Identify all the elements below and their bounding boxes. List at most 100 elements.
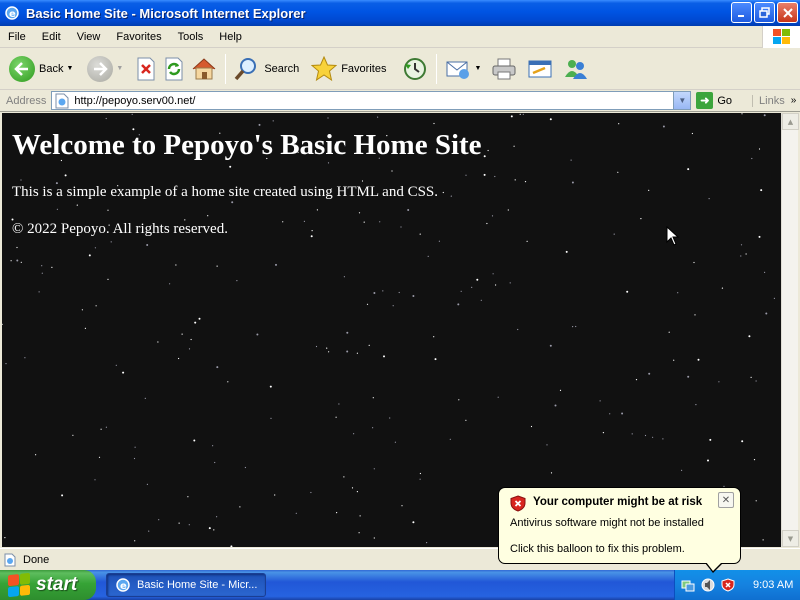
star: [721, 287, 724, 289]
web-page: Welcome to Pepoyo's Basic Home Site This…: [12, 129, 482, 258]
network-icon[interactable]: [681, 578, 695, 592]
star: [687, 375, 690, 378]
star: [575, 325, 577, 328]
maximize-button[interactable]: [754, 2, 775, 23]
star: [131, 113, 133, 115]
menu-favorites[interactable]: Favorites: [108, 26, 169, 48]
star: [148, 530, 150, 532]
star: [373, 537, 375, 539]
star: [326, 347, 328, 349]
star: [157, 341, 159, 343]
star: [134, 446, 136, 448]
edit-icon: [528, 60, 552, 77]
star: [457, 303, 460, 306]
star: [51, 266, 53, 268]
address-bar: Address http://pepoyo.serv00.net/ ▼ ➜ Go…: [0, 90, 800, 112]
print-button[interactable]: [488, 52, 520, 86]
star: [236, 280, 238, 282]
clock[interactable]: 9:03 AM: [753, 579, 793, 591]
star: [244, 466, 246, 469]
links-toolbar[interactable]: Links: [752, 94, 785, 107]
mail-dropdown-icon[interactable]: ▼: [474, 65, 481, 72]
history-button[interactable]: [399, 52, 431, 86]
edit-button[interactable]: [524, 52, 556, 86]
window-title: Basic Home Site - Microsoft Internet Exp…: [26, 5, 306, 21]
menu-edit[interactable]: Edit: [34, 26, 69, 48]
vertical-scrollbar[interactable]: ▲ ▼: [781, 113, 799, 547]
start-button[interactable]: start: [0, 570, 96, 600]
star: [517, 328, 519, 331]
star: [358, 532, 360, 534]
search-button[interactable]: Search: [231, 52, 302, 86]
star: [741, 440, 744, 443]
star: [449, 438, 451, 440]
address-dropdown-icon[interactable]: ▼: [673, 92, 691, 109]
star: [740, 255, 742, 257]
star: [748, 335, 751, 338]
status-text: Done: [23, 553, 50, 566]
menu-help[interactable]: Help: [211, 26, 250, 48]
home-button[interactable]: [188, 52, 220, 86]
messenger-button[interactable]: [560, 52, 592, 86]
toolbar-separator: [436, 53, 438, 84]
star: [351, 487, 354, 489]
taskbar-item-ie[interactable]: e Basic Home Site - Micr...: [106, 573, 266, 597]
star: [621, 412, 624, 415]
star: [178, 357, 180, 360]
close-button[interactable]: [777, 2, 798, 23]
forward-button[interactable]: ▼: [84, 52, 126, 86]
star: [635, 379, 638, 381]
star: [758, 235, 761, 238]
star: [522, 113, 524, 115]
page-content: Welcome to Pepoyo's Basic Home Site This…: [2, 113, 781, 547]
minimize-button[interactable]: [731, 2, 752, 23]
mail-button[interactable]: ▼: [442, 52, 484, 86]
star: [105, 426, 107, 428]
forward-dropdown-icon[interactable]: ▼: [116, 65, 123, 72]
star: [433, 122, 435, 125]
go-button[interactable]: ➜ Go: [696, 92, 732, 109]
address-input[interactable]: http://pepoyo.serv00.net/ ▼: [51, 91, 692, 110]
search-icon: [235, 57, 257, 80]
star: [105, 117, 107, 120]
security-shield-icon: [510, 495, 526, 512]
star: [72, 434, 74, 436]
security-shield-icon[interactable]: [721, 578, 735, 592]
star: [694, 314, 696, 316]
star: [673, 359, 675, 361]
favorites-button[interactable]: Favorites: [308, 52, 389, 86]
star: [549, 344, 552, 347]
star: [510, 115, 513, 118]
menu-tools[interactable]: Tools: [170, 26, 212, 48]
home-icon: [193, 57, 216, 79]
star: [480, 299, 482, 301]
star: [194, 321, 197, 324]
refresh-button[interactable]: [160, 52, 188, 86]
page-footer: © 2022 Pepoyo. All rights reserved.: [12, 221, 228, 237]
star: [107, 278, 109, 280]
star: [758, 148, 761, 150]
taskbar: start e Basic Home Site - Micr... 9:03 A…: [0, 570, 800, 600]
star: [570, 159, 572, 161]
favorites-label: Favorites: [341, 62, 387, 75]
scroll-up-icon[interactable]: ▲: [782, 113, 799, 130]
links-chevron-icon[interactable]: »: [791, 95, 797, 106]
balloon-close-button[interactable]: ✕: [718, 492, 734, 508]
scroll-down-icon[interactable]: ▼: [782, 530, 799, 547]
star: [122, 371, 125, 374]
star: [377, 116, 379, 118]
back-button[interactable]: Back ▼: [6, 52, 76, 86]
volume-icon[interactable]: [701, 578, 715, 592]
menu-file[interactable]: File: [0, 26, 34, 48]
star: [208, 527, 211, 530]
star: [24, 357, 26, 359]
security-balloon[interactable]: Your computer might be at risk ✕ Antivir…: [498, 487, 741, 573]
menu-view[interactable]: View: [69, 26, 109, 48]
page-heading: Welcome to Pepoyo's Basic Home Site: [12, 129, 482, 161]
star: [458, 399, 460, 401]
star: [708, 198, 710, 200]
back-dropdown-icon[interactable]: ▼: [66, 65, 73, 72]
window-titlebar[interactable]: e Basic Home Site - Microsoft Internet E…: [0, 0, 800, 26]
stop-button[interactable]: [132, 52, 160, 86]
star: [514, 179, 516, 181]
